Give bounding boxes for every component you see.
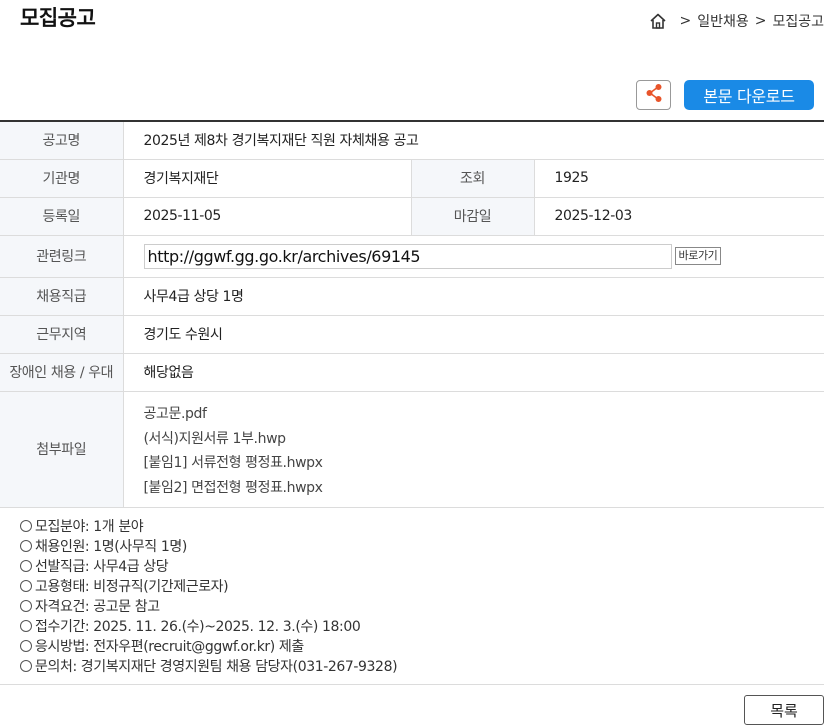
list-button[interactable]: 목록	[744, 695, 824, 725]
org-value: 경기복지재단	[123, 159, 411, 198]
circle-bullet-icon	[20, 660, 32, 672]
list-item: 고용형태: 비정규직(기간제근로자)	[20, 577, 397, 597]
views-label: 조회	[410, 159, 535, 198]
detail-text: 자격요건: 공고문 참고	[35, 599, 160, 615]
table-row: 기관명 경기복지재단 조회 1925	[0, 159, 824, 198]
reg-date-value: 2025-11-05	[123, 197, 411, 236]
share-button[interactable]	[636, 80, 671, 110]
reg-date-label: 등록일	[0, 197, 124, 236]
list-item: 선발직급: 사무4급 상당	[20, 557, 397, 577]
breadcrumb-separator: >	[754, 13, 767, 29]
region-label: 근무지역	[0, 315, 124, 354]
divider	[0, 684, 824, 685]
link-cell: http://ggwf.gg.go.kr/archives/69145 바로가기	[123, 235, 824, 278]
file-link[interactable]: [붙임1] 서류전형 평정표.hwpx	[144, 451, 824, 476]
file-link[interactable]: 공고문.pdf	[144, 402, 824, 427]
position-value: 사무4급 상당 1명	[123, 277, 824, 316]
circle-bullet-icon	[20, 540, 32, 552]
page-title: 모집공고	[20, 6, 96, 30]
file-list: 공고문.pdf (서식)지원서류 1부.hwp [붙임1] 서류전형 평정표.h…	[144, 398, 824, 500]
table-row: 등록일 2025-11-05 마감일 2025-12-03	[0, 197, 824, 236]
list-item: 자격요건: 공고문 참고	[20, 597, 397, 617]
list-item: 문의처: 경기복지재단 경영지원팀 채용 담당자(031-267-9328)	[20, 657, 398, 677]
list-item: 채용인원: 1명(사무직 1명)	[20, 537, 397, 557]
detail-text: 채용인원: 1명(사무직 1명)	[35, 539, 187, 555]
table-row: 채용직급 사무4급 상당 1명	[0, 277, 824, 316]
table-row: 첨부파일 공고문.pdf (서식)지원서류 1부.hwp [붙임1] 서류전형 …	[0, 391, 824, 508]
table-row: 공고명 2025년 제8차 경기복지재단 직원 자체채용 공고	[0, 121, 824, 160]
file-link[interactable]: (서식)지원서류 1부.hwp	[144, 427, 824, 452]
notice-details: 모집분야: 1개 분야 채용인원: 1명(사무직 1명) 선발직급: 사무4급 …	[20, 517, 398, 677]
home-icon[interactable]	[649, 12, 667, 30]
breadcrumb: > 일반채용 > 모집공고	[649, 11, 824, 31]
link-url-field[interactable]: http://ggwf.gg.go.kr/archives/69145	[143, 243, 672, 269]
file-link[interactable]: [붙임2] 면접전형 평정표.hwpx	[144, 476, 824, 501]
share-icon	[645, 83, 663, 107]
circle-bullet-icon	[20, 640, 32, 652]
position-label: 채용직급	[0, 277, 124, 316]
views-value: 1925	[534, 159, 824, 198]
detail-text: 응시방법: 전자우편(recruit@ggwf.or.kr) 제출	[35, 639, 304, 655]
detail-text: 문의처: 경기복지재단 경영지원팀 채용 담당자(031-267-9328)	[35, 659, 398, 675]
circle-bullet-icon	[20, 620, 32, 632]
breadcrumb-item-recruit[interactable]: 일반채용	[697, 11, 749, 31]
disability-value: 해당없음	[123, 353, 824, 392]
notice-info-table: 공고명 2025년 제8차 경기복지재단 직원 자체채용 공고 기관명 경기복지…	[0, 120, 824, 508]
title-value: 2025년 제8차 경기복지재단 직원 자체채용 공고	[123, 121, 824, 160]
list-item: 모집분야: 1개 분야	[20, 517, 397, 537]
link-label: 관련링크	[0, 235, 124, 278]
circle-bullet-icon	[20, 520, 32, 532]
detail-text: 고용형태: 비정규직(기간제근로자)	[35, 579, 229, 595]
files-label: 첨부파일	[0, 391, 124, 508]
table-row: 관련링크 http://ggwf.gg.go.kr/archives/69145…	[0, 235, 824, 278]
table-row: 장애인 채용 / 우대 해당없음	[0, 353, 824, 392]
download-button[interactable]: 본문 다운로드	[684, 80, 814, 110]
org-label: 기관명	[0, 159, 124, 198]
deadline-label: 마감일	[410, 197, 535, 236]
detail-text: 접수기간: 2025. 11. 26.(수)~2025. 12. 3.(수) 1…	[35, 619, 361, 635]
table-row: 근무지역 경기도 수원시	[0, 315, 824, 354]
breadcrumb-separator: >	[679, 13, 692, 29]
title-label: 공고명	[0, 121, 124, 160]
list-item: 접수기간: 2025. 11. 26.(수)~2025. 12. 3.(수) 1…	[20, 617, 397, 637]
region-value: 경기도 수원시	[123, 315, 824, 354]
go-link-button[interactable]: 바로가기	[674, 247, 722, 265]
detail-text: 모집분야: 1개 분야	[35, 519, 144, 535]
disability-label: 장애인 채용 / 우대	[0, 353, 124, 392]
circle-bullet-icon	[20, 580, 32, 592]
detail-text: 선발직급: 사무4급 상당	[35, 559, 169, 575]
circle-bullet-icon	[20, 600, 32, 612]
breadcrumb-item-notice[interactable]: 모집공고	[772, 11, 824, 31]
circle-bullet-icon	[20, 560, 32, 572]
files-cell: 공고문.pdf (서식)지원서류 1부.hwp [붙임1] 서류전형 평정표.h…	[123, 391, 824, 508]
list-item: 응시방법: 전자우편(recruit@ggwf.or.kr) 제출	[20, 637, 397, 657]
deadline-value: 2025-12-03	[534, 197, 824, 236]
